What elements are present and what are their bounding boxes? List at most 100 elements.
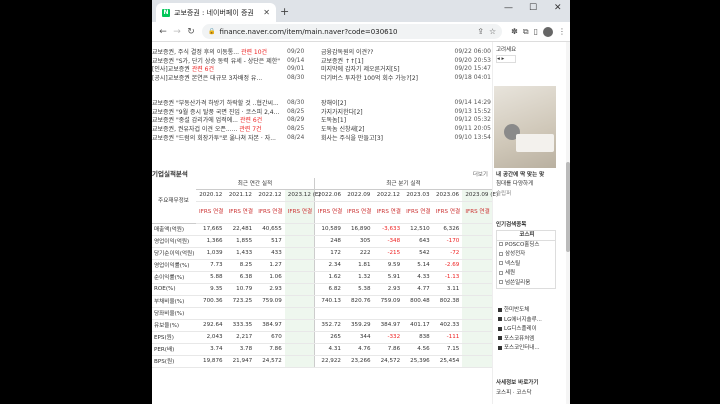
table-cell: 305 xyxy=(343,235,374,248)
board-title[interactable]: 도독놈 신창새[2] xyxy=(321,124,451,133)
board-title[interactable]: 장해이[2] xyxy=(321,98,451,107)
world-items[interactable]: 코스피 · 코스닥 xyxy=(496,388,532,396)
kospi-tab[interactable]: 코스피 xyxy=(497,231,555,241)
row-label[interactable]: 당기순이익(억원) xyxy=(152,247,196,260)
table-cell: 2.93 xyxy=(255,283,285,296)
table-cell xyxy=(225,307,256,320)
bed-shape xyxy=(516,134,554,152)
table-cell: 292.64 xyxy=(196,319,226,332)
news-row[interactable]: 교보증권 "부동산가격 하방기 하락할 것 ..협간씨... 08/30 장해이[… xyxy=(152,98,492,107)
more-link[interactable]: 더보기 xyxy=(473,170,488,178)
stock-item[interactable]: POSCO홀딩스 xyxy=(497,241,555,251)
row-label[interactable]: 영업이익률(%) xyxy=(152,259,196,272)
board-title[interactable]: 회사는 주식을 만들고[3] xyxy=(321,133,451,142)
bookmark-star-icon[interactable]: ☆ xyxy=(489,27,496,36)
table-cell xyxy=(462,259,492,272)
new-tab-button[interactable]: + xyxy=(280,5,289,18)
news-row[interactable]: 교보증권 "중설 감리가에 업적에... 관련 6건 08/29 도독놈[1] 09/… xyxy=(152,115,492,124)
table-cell xyxy=(196,307,226,320)
news-row[interactable]: 교보증권, 권유자겁 이견 오픈...... 관련 7건 08/25 도독놈 신창새… xyxy=(152,124,492,133)
row-label[interactable]: 매출액(억원) xyxy=(152,223,196,236)
extensions-puzzle-icon[interactable]: ⧉ xyxy=(523,27,529,37)
news-row[interactable]: [공시]교보증권 본연은 대규모 3자배정 유... 08/30 더기버스 투자한… xyxy=(152,73,492,82)
news-title[interactable]: 교보증권 "드럼의 회장가투"로 옮나쳐 자본 · 자... xyxy=(152,135,276,142)
table-cell: 9.59 xyxy=(373,259,404,272)
news-row[interactable]: [인사]교보증권 관련 6건 09/01 미지막에 갑자기 제오른거지[5] 09/2… xyxy=(152,64,492,73)
board-date: 09/12 05:32 xyxy=(454,116,492,124)
stock-item[interactable]: 한미반도체 xyxy=(496,306,556,316)
extension-icon[interactable]: ✽ xyxy=(511,27,518,36)
table-row: 당기순이익(억원) 1,039 1,433 433 172 222 -215 542 -72 xyxy=(152,247,492,260)
stock-item[interactable]: 삼성전자 xyxy=(497,250,555,260)
stock-item[interactable]: 넘쓴일리움 xyxy=(497,279,555,289)
board-title[interactable]: 미지막에 갑자기 제오른거지[5] xyxy=(321,64,451,73)
board-title[interactable]: 교보증권 ↑↑[1] xyxy=(321,56,451,65)
news-row[interactable]: 교보증권, 주식 결정 후의 이동통... 관련 10건 09/20 금융감독원의 … xyxy=(152,47,492,56)
table-cell: 1.81 xyxy=(343,259,374,272)
board-title[interactable]: 금융감독원의 이견?? xyxy=(321,47,451,56)
toolbar: ← → ↻ 🔒 finance.naver.com/item/main.nave… xyxy=(152,22,570,42)
row-label[interactable]: 순이익률(%) xyxy=(152,271,196,284)
close-tab-icon[interactable]: ✕ xyxy=(263,8,270,17)
table-corner: 주요재무정보 xyxy=(152,178,196,224)
scroll-thumb[interactable] xyxy=(566,162,570,252)
board-title[interactable]: 도독놈[1] xyxy=(321,115,451,124)
stock-item[interactable]: 포스코퓨처엠 xyxy=(496,335,556,345)
close-window-button[interactable]: ✕ xyxy=(554,3,562,13)
table-cell: 10,589 xyxy=(313,223,344,236)
table-cell: 2.93 xyxy=(373,283,404,296)
ifrs-label: IFRS 연결 xyxy=(225,201,256,224)
ad-nav-buttons[interactable]: ◂ ▸ xyxy=(496,55,516,63)
ad-image[interactable] xyxy=(494,86,556,168)
stock-item[interactable]: LG에너지솔루... xyxy=(496,316,556,326)
stock-item[interactable]: 세원 xyxy=(497,269,555,279)
table-cell xyxy=(462,355,492,368)
news-title[interactable]: [공시]교보증권 본연은 대규모 3자배정 유... xyxy=(152,75,262,82)
profile-avatar[interactable] xyxy=(543,26,553,37)
back-icon[interactable]: ← xyxy=(156,27,170,37)
news-row[interactable]: 교보증권 "S가, 단기 상승 동력 유세 - 상단은 제한" 09/14 교보증… xyxy=(152,56,492,65)
table-cell: 2.34 xyxy=(313,259,344,272)
table-cell: 5.88 xyxy=(196,271,226,284)
share-icon[interactable]: ⇪ xyxy=(477,27,484,36)
row-label[interactable]: PER(배) xyxy=(152,343,196,356)
news-row[interactable]: 교보증권 "드럼의 회장가투"로 옮나쳐 자본 · 자... 08/24 회사는 … xyxy=(152,133,492,142)
row-label[interactable]: 영업이익(억원) xyxy=(152,235,196,248)
stock-item[interactable]: 넥스틸 xyxy=(497,260,555,270)
board-title[interactable]: 더기버스 투자한 100억 회수 가능?[2] xyxy=(321,73,451,82)
row-label[interactable]: EPS(원) xyxy=(152,331,196,344)
annual-header: 최근 연간 실적 xyxy=(196,178,315,190)
ad-title[interactable]: 내 공간에 딱 맞는 맞 xyxy=(496,170,544,178)
row-label[interactable]: 유보율(%) xyxy=(152,319,196,332)
board-title[interactable]: 가지가지한다[2] xyxy=(321,107,451,116)
stock-item[interactable]: LG디스플레이 xyxy=(496,325,556,335)
ad-subtitle[interactable]: 침대를 다양하게 xyxy=(496,179,533,187)
row-label[interactable]: ROE(%) xyxy=(152,283,196,296)
reload-icon[interactable]: ↻ xyxy=(184,27,198,37)
minimize-button[interactable]: — xyxy=(504,3,513,13)
popular-stocks-box: 코스피 POSCO홀딩스 삼성전자 넥스틸 세원 넘쓴일리움 xyxy=(496,230,556,289)
ifrs-label: IFRS 연결 xyxy=(432,201,463,224)
row-label[interactable]: BPS(원) xyxy=(152,355,196,368)
menu-icon[interactable]: ⋮ xyxy=(558,27,566,36)
maximize-button[interactable]: ☐ xyxy=(529,3,537,13)
news-row[interactable]: 교보증권 "9월 증시 탈풍 국면 진입 · 코스피 2,4... 08/25 가… xyxy=(152,107,492,116)
table-cell: 40,655 xyxy=(255,223,285,236)
tab-naver-finance[interactable]: N 교보증권 : 네이버페이 증권 ✕ xyxy=(156,3,276,22)
page-scrollbar[interactable] xyxy=(566,42,570,404)
address-bar[interactable]: 🔒 finance.naver.com/item/main.naver?code… xyxy=(202,24,503,39)
table-cell: -3,633 xyxy=(373,223,404,236)
table-cell: 352.72 xyxy=(313,319,344,332)
table-cell: 802.38 xyxy=(432,295,463,308)
sidepanel-icon[interactable]: ▯ xyxy=(534,27,538,36)
stock-item[interactable]: 포스코인터내... xyxy=(496,344,556,354)
row-label[interactable]: 당좌비율(%) xyxy=(152,307,196,320)
table-cell: 1.27 xyxy=(255,259,285,272)
ifrs-label: IFRS 연결 xyxy=(343,201,374,224)
table-cell xyxy=(373,307,404,320)
forward-icon[interactable]: → xyxy=(170,27,184,37)
table-cell xyxy=(284,223,315,236)
board-date: 09/20 20:53 xyxy=(454,56,492,64)
ifrs-label: IFRS 연결 xyxy=(255,201,285,224)
row-label[interactable]: 부채비율(%) xyxy=(152,295,196,308)
